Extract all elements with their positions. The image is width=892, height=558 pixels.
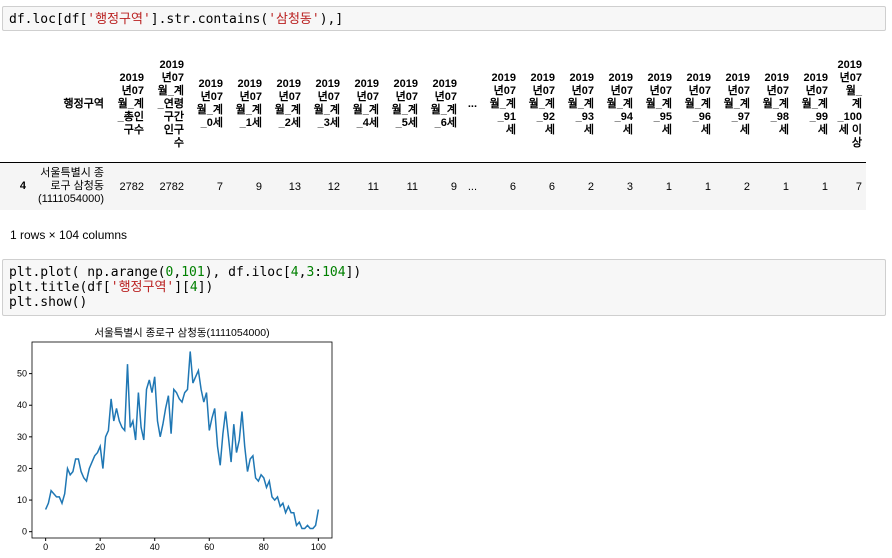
dataframe-output: 행정구역 2019 년07 월_계 _총인 구수 2019 년07 월_계 _연… — [0, 46, 892, 210]
table-cell: 3 — [626, 180, 633, 193]
column-header: 2019 년07 월_계 _5세 — [383, 46, 422, 163]
code-line: plt.show() — [9, 295, 88, 310]
header-row: 행정구역 2019 년07 월_계 _총인 구수 2019 년07 월_계 _연… — [0, 46, 866, 163]
table-cell: 11 — [406, 180, 418, 193]
code-text: df.loc[df['행정구역'].str.contains('삼청동'),] — [9, 12, 344, 27]
table-cell: 11 — [367, 180, 379, 193]
y-tick-label: 20 — [17, 463, 27, 473]
index-header — [0, 46, 30, 163]
table-cell: ... — [467, 180, 477, 193]
x-tick-label: 100 — [311, 542, 326, 552]
table-cell: 12 — [327, 180, 340, 193]
column-header: 2019 년07 월_계 _3세 — [305, 46, 344, 163]
column-header: ... — [461, 46, 481, 163]
table-cell: 2782 — [159, 180, 184, 193]
y-tick-label: 10 — [17, 495, 27, 505]
table-cell: 6 — [509, 180, 516, 193]
x-tick-label: 80 — [259, 542, 269, 552]
column-header: 2019 년07 월_계 _총인 구수 — [108, 46, 148, 163]
column-header: 2019 년07 월_계 _6세 — [422, 46, 461, 163]
x-tick-label: 0 — [43, 542, 48, 552]
y-tick-label: 30 — [17, 432, 27, 442]
table-row: 4 서울특별시 종 로구 삼청동 (1111054000) 2782 2782 … — [0, 162, 866, 210]
table-cell: 2 — [743, 180, 750, 193]
dataframe-table: 행정구역 2019 년07 월_계 _총인 구수 2019 년07 월_계 _연… — [0, 46, 866, 210]
column-header: 2019 년07 월_계 _98 세 — [754, 46, 793, 163]
plot-figure: 서울특별시 종로구 삼청동(1111054000) 0 20 40 60 80 100 0 1… — [0, 322, 345, 558]
column-header: 2019 년07 월_계 _92 세 — [520, 46, 559, 163]
line-chart: 서울특별시 종로구 삼청동(1111054000) 0 20 40 60 80 100 0 1… — [17, 327, 333, 552]
y-tick-label: 0 — [22, 527, 27, 537]
code-cell-plot[interactable]: plt.plot( np.arange(0,101), df.iloc[4,3:… — [2, 259, 886, 316]
table-cell: 7 — [216, 180, 223, 193]
x-tick-label: 60 — [204, 542, 214, 552]
row-index: 4 — [19, 180, 26, 192]
code-line: plt.plot( np.arange(0,101), df.iloc[4,3:… — [9, 265, 362, 280]
column-header: 2019 년07 월_계 _0세 — [188, 46, 227, 163]
column-header: 행정구역 — [30, 46, 108, 163]
table-cell: 13 — [288, 180, 301, 193]
code-cell-query[interactable]: df.loc[df['행정구역'].str.contains('삼청동'),] — [2, 6, 886, 31]
column-header: 2019 년07 월_계 _2세 — [266, 46, 305, 163]
code-line: plt.title(df['행정구역'][4]) — [9, 280, 214, 295]
table-cell: 2782 — [119, 180, 144, 193]
series-line — [44, 351, 320, 530]
column-header: 2019 년07 월_계 _95 세 — [637, 46, 676, 163]
table-cell: 1 — [704, 180, 711, 193]
y-tick-label: 50 — [17, 369, 27, 379]
column-header: 2019 년07 월_계 _99 세 — [793, 46, 832, 163]
column-header: 2019 년07 월_계 _1세 — [227, 46, 266, 163]
column-header: 2019 년07 월_계 _연령 구간 인구 수 — [148, 46, 188, 163]
column-header: 2019 년07 월_계 _97 세 — [715, 46, 754, 163]
table-cell: 2 — [587, 180, 594, 193]
column-header: 2019 년07 월_계 _100 세 이 상 — [832, 46, 866, 163]
table-cell: 9 — [450, 180, 457, 193]
table-cell: 서울특별시 종 로구 삼청동 (1111054000) — [37, 167, 104, 205]
table-cell: 7 — [855, 180, 862, 193]
y-tick-label: 40 — [17, 400, 27, 410]
column-header: 2019 년07 월_계 _96 세 — [676, 46, 715, 163]
x-tick-label: 20 — [95, 542, 105, 552]
column-header: 2019 년07 월_계 _93 세 — [559, 46, 598, 163]
column-header: 2019 년07 월_계 _91 세 — [481, 46, 520, 163]
table-cell: 1 — [665, 180, 672, 193]
dataframe-shape: 1 rows × 104 columns — [10, 228, 128, 242]
x-tick-label: 40 — [150, 542, 160, 552]
chart-title: 서울특별시 종로구 삼청동(1111054000) — [94, 327, 269, 339]
column-header: 2019 년07 월_계 _4세 — [344, 46, 383, 163]
column-header: 2019 년07 월_계 _94 세 — [598, 46, 637, 163]
table-cell: 6 — [548, 180, 555, 193]
table-cell: 9 — [255, 180, 262, 193]
table-cell: 1 — [782, 180, 789, 193]
table-cell: 1 — [821, 180, 828, 193]
